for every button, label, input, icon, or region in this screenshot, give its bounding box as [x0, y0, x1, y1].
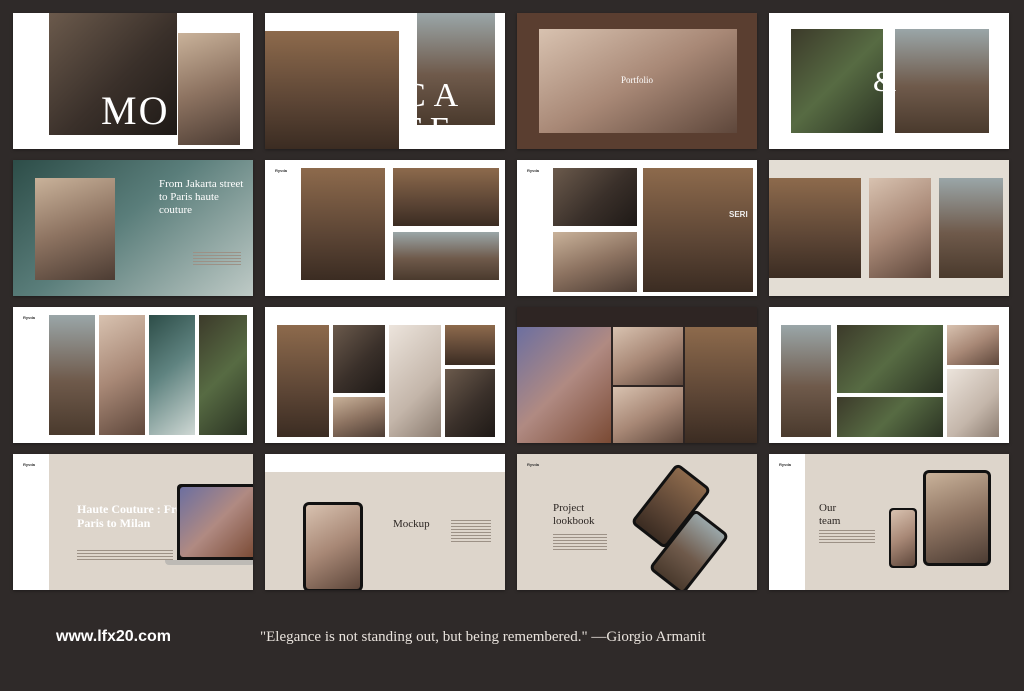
slide-cafe-interior[interactable]: Ryvda SERI — [517, 160, 757, 296]
photo-cafe-front — [643, 168, 753, 292]
mockup-body-text — [451, 520, 491, 544]
slide-interiors-grid[interactable] — [265, 307, 505, 443]
photo-woman-hat — [178, 33, 240, 145]
photo-model-2 — [99, 315, 145, 435]
photo-woman-sitting — [35, 178, 115, 280]
photo-woman-stairs — [781, 325, 831, 437]
phone-screen — [306, 505, 360, 589]
photo-woman-stripes — [947, 325, 999, 365]
slide-our-team[interactable]: Ryvda Our team — [769, 454, 1009, 590]
team-heading: Our team — [819, 502, 841, 527]
jakarta-body-text — [193, 252, 241, 267]
slide-portfolio[interactable]: Portfolio — [517, 13, 757, 149]
slide-mood[interactable]: MOOD — [13, 13, 253, 149]
armani-quote: "Elegance is not standing out, but being… — [260, 629, 706, 645]
laptop-screen — [180, 487, 253, 557]
laptop-mockup — [177, 484, 253, 560]
photo-face-closeup — [613, 327, 683, 385]
slide-garden[interactable] — [769, 307, 1009, 443]
slide-mockup[interactable]: Mockup — [265, 454, 505, 590]
slide-interior-trio[interactable] — [769, 160, 1009, 296]
slide-jakarta[interactable]: From Jakarta street to Paris haute coutu… — [13, 160, 253, 296]
website-url[interactable]: www.lfx20.com — [56, 628, 171, 646]
photo-woman-leaves — [791, 29, 883, 133]
jakarta-heading: From Jakarta street to Paris haute coutu… — [159, 178, 244, 217]
photo-model-4 — [199, 315, 247, 435]
phone-mockup — [889, 508, 917, 568]
photo-plants — [837, 325, 943, 393]
photo-coast-hut — [393, 232, 499, 280]
photo-model-1 — [49, 315, 95, 435]
photo-woman-curls — [869, 178, 931, 278]
ampersand-mark: & — [873, 65, 897, 98]
photo-woman-outdoor — [895, 29, 989, 133]
logo-mark: Ryvda — [527, 168, 540, 173]
logo-mark: Ryvda — [527, 462, 540, 467]
logo-mark: Ryvda — [275, 168, 288, 173]
photo-red-hair — [613, 387, 683, 443]
logo-mark: Ryvda — [779, 462, 792, 467]
cafe-word: CAFE — [403, 77, 467, 148]
slide-faces[interactable] — [517, 307, 757, 443]
photo-woman-window — [265, 31, 399, 149]
mood-word: MOOD — [101, 88, 170, 150]
slide-models[interactable]: Ryvda — [13, 307, 253, 443]
slide-ampersand[interactable]: & — [769, 13, 1009, 149]
photo-shelf — [333, 325, 385, 393]
project-body-text — [553, 534, 607, 552]
slide-mountains[interactable]: Ryvda — [265, 160, 505, 296]
haute-body-text — [77, 550, 173, 562]
slide-project-lookbook[interactable]: Ryvda Project lookbook — [517, 454, 757, 590]
photo-swing-chair — [939, 178, 1003, 278]
phone-screen — [891, 510, 915, 566]
slide-haute-couture[interactable]: Ryvda Haute Couture : From Paris to Mila… — [13, 454, 253, 590]
photo-menu-board — [445, 369, 495, 437]
portfolio-label: Portfolio — [621, 75, 654, 85]
photo-fence — [837, 397, 943, 437]
laptop-base — [165, 560, 253, 565]
photo-woman-pink — [947, 369, 999, 437]
photo-chair-table — [445, 325, 495, 365]
photo-waterfall — [393, 168, 499, 226]
photo-woman-window-chair — [769, 178, 861, 278]
tablet-screen — [926, 473, 988, 563]
photo-chair — [553, 168, 637, 226]
photo-room — [277, 325, 329, 437]
tablet-mockup — [923, 470, 991, 566]
slide-cafe[interactable]: CAFE — [265, 13, 505, 149]
phone-mockup — [303, 502, 363, 590]
mockup-heading: Mockup — [393, 518, 430, 530]
logo-mark: Ryvda — [23, 315, 36, 320]
photo-purple-hair — [517, 327, 611, 443]
photo-lying-woman — [685, 327, 757, 443]
photo-mountain-house — [301, 168, 385, 280]
team-body-text — [819, 530, 875, 545]
photo-table-chair — [553, 232, 637, 292]
photo-doorway — [333, 397, 385, 437]
photo-desk — [389, 325, 441, 437]
photo-model-3 — [149, 315, 195, 435]
project-heading: Project lookbook — [553, 502, 595, 527]
cafe-sign-text: SERI — [729, 210, 748, 219]
logo-mark: Ryvda — [23, 462, 36, 467]
